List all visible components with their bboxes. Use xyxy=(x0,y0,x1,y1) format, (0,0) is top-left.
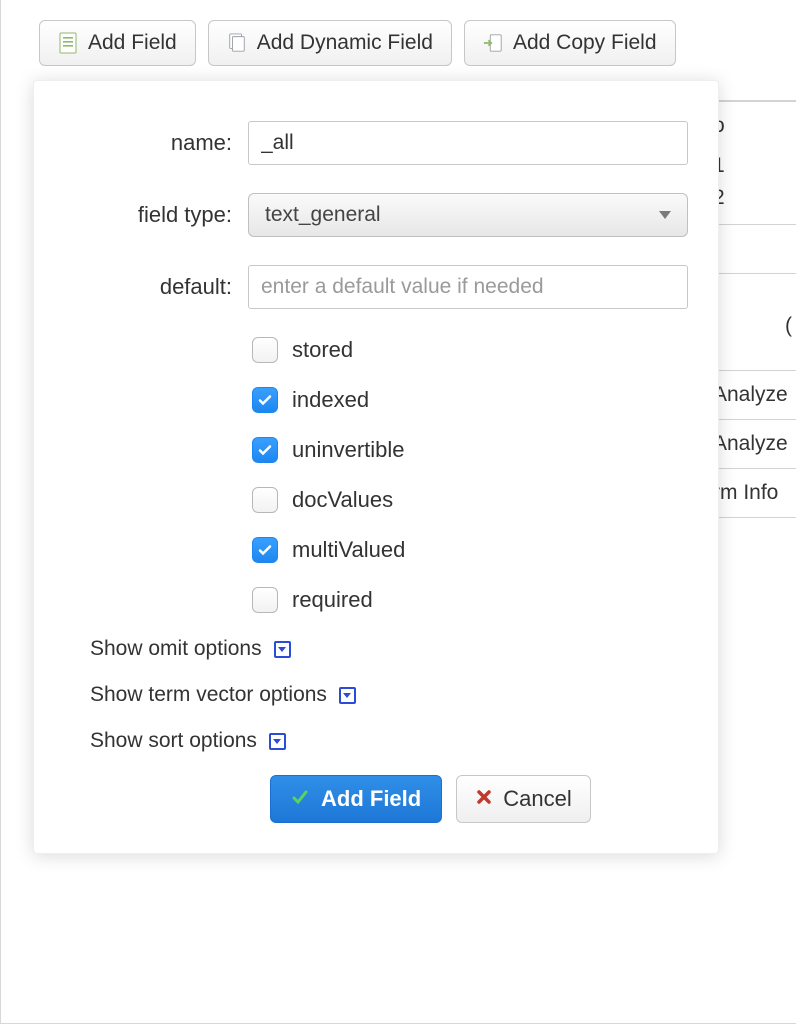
name-input[interactable] xyxy=(248,121,688,165)
show-term-vector-options-toggle[interactable]: Show term vector options xyxy=(90,683,688,707)
expand-icon xyxy=(274,641,291,658)
checkbox-label: stored xyxy=(292,337,353,363)
expand-icon xyxy=(339,687,356,704)
bg-text: Analyze xyxy=(713,383,788,406)
toggle-label: Show sort options xyxy=(90,729,257,753)
docvalues-checkbox[interactable] xyxy=(252,487,278,513)
add-field-button[interactable]: Add Field xyxy=(39,20,196,66)
button-label: Cancel xyxy=(503,786,571,812)
select-value: text_general xyxy=(265,203,381,227)
multivalued-checkbox[interactable] xyxy=(252,537,278,563)
button-label: Add Field xyxy=(321,786,421,812)
add-field-panel: name: field type: text_general default: xyxy=(33,80,719,854)
checkbox-label: required xyxy=(292,587,373,613)
default-input[interactable] xyxy=(248,265,688,309)
field-type-label: field type: xyxy=(34,202,248,228)
indexed-checkbox[interactable] xyxy=(252,387,278,413)
checkbox-label: indexed xyxy=(292,387,369,413)
panel-actions: Add Field Cancel xyxy=(270,775,688,823)
bg-text: Analyze xyxy=(713,432,788,455)
import-icon xyxy=(483,31,503,55)
schema-toolbar: Add Field Add Dynamic Field Add Copy Fie… xyxy=(1,0,796,76)
toggle-label: Show omit options xyxy=(90,637,262,661)
bg-text: ( xyxy=(785,314,792,337)
expand-icon xyxy=(269,733,286,750)
add-dynamic-field-button[interactable]: Add Dynamic Field xyxy=(208,20,452,66)
document-icon xyxy=(58,31,78,55)
required-checkbox[interactable] xyxy=(252,587,278,613)
bg-text: rm Info xyxy=(713,481,778,504)
field-options: stored indexed uninvertible docValues xyxy=(252,337,688,613)
uninvertible-checkbox[interactable] xyxy=(252,437,278,463)
chevron-down-icon xyxy=(659,211,671,219)
show-omit-options-toggle[interactable]: Show omit options xyxy=(90,637,688,661)
name-label: name: xyxy=(34,130,248,156)
show-sort-options-toggle[interactable]: Show sort options xyxy=(90,729,688,753)
stored-checkbox[interactable] xyxy=(252,337,278,363)
default-label: default: xyxy=(34,274,248,300)
checkbox-label: multiValued xyxy=(292,537,405,563)
documents-stack-icon xyxy=(227,31,247,55)
field-type-select[interactable]: text_general xyxy=(248,193,688,237)
toolbar-label: Add Field xyxy=(88,31,177,55)
close-icon xyxy=(475,786,493,812)
checkbox-label: docValues xyxy=(292,487,393,513)
background-content: o 1 2 I ( Analyze Analyze rm Info xyxy=(706,0,796,1023)
toggle-label: Show term vector options xyxy=(90,683,327,707)
toolbar-label: Add Dynamic Field xyxy=(257,31,433,55)
checkbox-label: uninvertible xyxy=(292,437,405,463)
cancel-button[interactable]: Cancel xyxy=(456,775,590,823)
app-frame: o 1 2 I ( Analyze Analyze rm Info Add Fi… xyxy=(0,0,796,1024)
toolbar-label: Add Copy Field xyxy=(513,31,657,55)
check-icon xyxy=(291,786,309,812)
submit-add-field-button[interactable]: Add Field xyxy=(270,775,442,823)
advanced-toggles: Show omit options Show term vector optio… xyxy=(90,637,688,753)
add-copy-field-button[interactable]: Add Copy Field xyxy=(464,20,676,66)
